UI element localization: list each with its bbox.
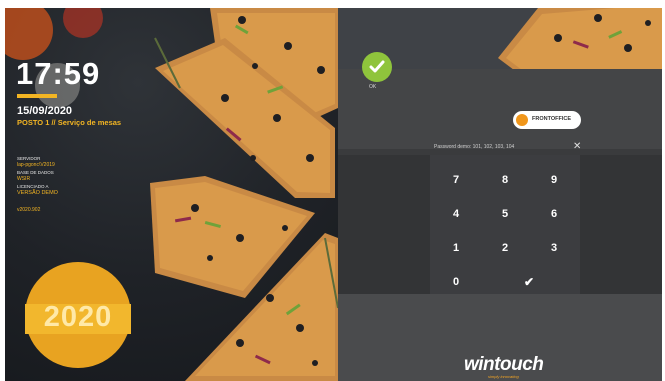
current-date: 15/09/2020 (17, 105, 73, 117)
license-value: VERSÃO DEMO (17, 190, 58, 196)
pizza-banner-image (498, 8, 662, 69)
database-label: BASE DE DADOS (17, 170, 54, 175)
mode-section (338, 69, 662, 149)
key-2[interactable]: 2 (490, 238, 520, 258)
workstation-label: POSTO 1 // Serviço de mesas (17, 118, 122, 127)
server-label: SERVIDOR (17, 156, 41, 161)
license-label: LICENCIADO A (17, 184, 49, 189)
key-8[interactable]: 8 (490, 170, 520, 190)
numeric-keypad: 7 8 9 4 5 6 1 2 3 0 ✔ (430, 155, 580, 294)
key-3[interactable]: 3 (539, 238, 569, 258)
clock-underline (17, 94, 57, 98)
frontoffice-toggle[interactable]: FRONTOFFICE (513, 111, 581, 129)
key-6[interactable]: 6 (539, 204, 569, 224)
key-9[interactable]: 9 (539, 170, 569, 190)
key-4[interactable]: 4 (441, 204, 471, 224)
toggle-knob (516, 114, 528, 126)
server-value: lap-pgonc\V2019 (17, 162, 55, 168)
year-badge: 2020 (25, 262, 131, 368)
app-screen: 17:59 15/09/2020 POSTO 1 // Serviço de m… (5, 8, 662, 381)
key-0[interactable]: 0 (441, 272, 471, 292)
wintouch-logo: wintouch (464, 354, 544, 375)
checkmark-icon (369, 60, 385, 73)
clock-time: 17:59 (16, 56, 101, 91)
version-number: v2020.902 (17, 207, 41, 213)
database-value: WSIR (17, 176, 31, 182)
password-row: Password demo: 101, 102, 103, 104 ✕ (434, 141, 584, 155)
toggle-label: FRONTOFFICE (532, 116, 572, 122)
key-5[interactable]: 5 (490, 204, 520, 224)
confirm-key[interactable]: ✔ (514, 272, 544, 292)
key-1[interactable]: 1 (441, 238, 471, 258)
logo-tagline: simply innovating (488, 374, 519, 379)
left-panel: 17:59 15/09/2020 POSTO 1 // Serviço de m… (5, 8, 338, 381)
ok-button[interactable] (362, 52, 392, 82)
clear-password-icon[interactable]: ✕ (573, 141, 581, 152)
ok-label: OK (369, 84, 377, 90)
key-7[interactable]: 7 (441, 170, 471, 190)
login-panel: OK FRONTOFFICE Password demo: 101, 102, … (338, 8, 662, 381)
year-badge-text: 2020 (43, 301, 113, 333)
password-hint: Password demo: 101, 102, 103, 104 (434, 144, 515, 150)
